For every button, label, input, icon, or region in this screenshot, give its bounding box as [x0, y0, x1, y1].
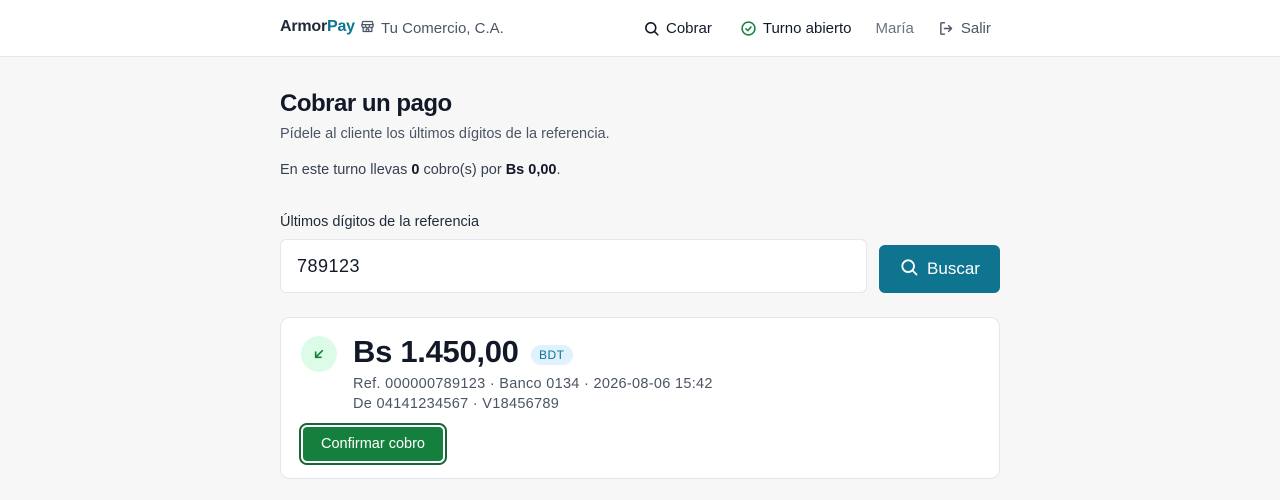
reference-field-label: Últimos dígitos de la referencia [280, 214, 480, 230]
store-indicator: Tu Comercio, C.A. [360, 18, 504, 38]
payment-result-card: Bs 1.450,00 BDT Ref. 000000789123 · Banc… [280, 317, 1000, 479]
user-name: María [875, 19, 914, 37]
store-name: Tu Comercio, C.A. [381, 19, 504, 37]
nav-logout[interactable]: Salir [938, 20, 991, 37]
nav-shift-status[interactable]: Turno abierto [740, 20, 852, 37]
payment-sender-details: De 04141234567 · V18456789 [353, 396, 560, 412]
search-button-label: Buscar [927, 259, 980, 278]
nav-charge-label: Cobrar [666, 19, 712, 37]
search-icon [899, 257, 919, 282]
page-subtitle: Pídele al cliente los últimos dígitos de… [280, 126, 610, 142]
nav-charge[interactable]: Cobrar [643, 20, 712, 37]
shift-summary: En este turno llevas 0 cobro(s) por Bs 0… [280, 162, 561, 178]
brand-name-part1: Armor [280, 18, 328, 35]
brand-name-part2: Pay [327, 18, 355, 35]
payment-amount: Bs 1.450,00 [353, 334, 519, 369]
search-icon [643, 20, 660, 37]
nav-user[interactable]: María [876, 20, 914, 37]
summary-total: Bs 0,00 [505, 162, 557, 178]
arrow-down-left-icon [301, 336, 337, 372]
store-icon [360, 19, 375, 38]
currency-badge: BDT [531, 345, 573, 365]
nav-shift-label: Turno abierto [762, 19, 852, 37]
summary-middle: cobro(s) por [419, 162, 506, 178]
summary-prefix: En este turno llevas [280, 162, 412, 178]
main-nav: Cobrar Turno abierto María Salir [643, 17, 991, 39]
payment-reference-details: Ref. 000000789123 · Banco 0134 · 2026-08… [353, 376, 713, 392]
summary-suffix: . [556, 162, 561, 178]
page-title: Cobrar un pago [280, 90, 452, 117]
top-navbar: ArmorPay Tu Comercio, C.A. Cobrar Turno … [0, 0, 1280, 57]
search-button[interactable]: Buscar [879, 245, 1000, 293]
reference-input[interactable] [280, 239, 867, 293]
check-circle-icon [740, 20, 757, 37]
logout-label: Salir [960, 19, 991, 37]
logout-icon [938, 20, 955, 37]
confirm-payment-button[interactable]: Confirmar cobro [301, 425, 445, 463]
brand-logo[interactable]: ArmorPay [280, 18, 355, 36]
